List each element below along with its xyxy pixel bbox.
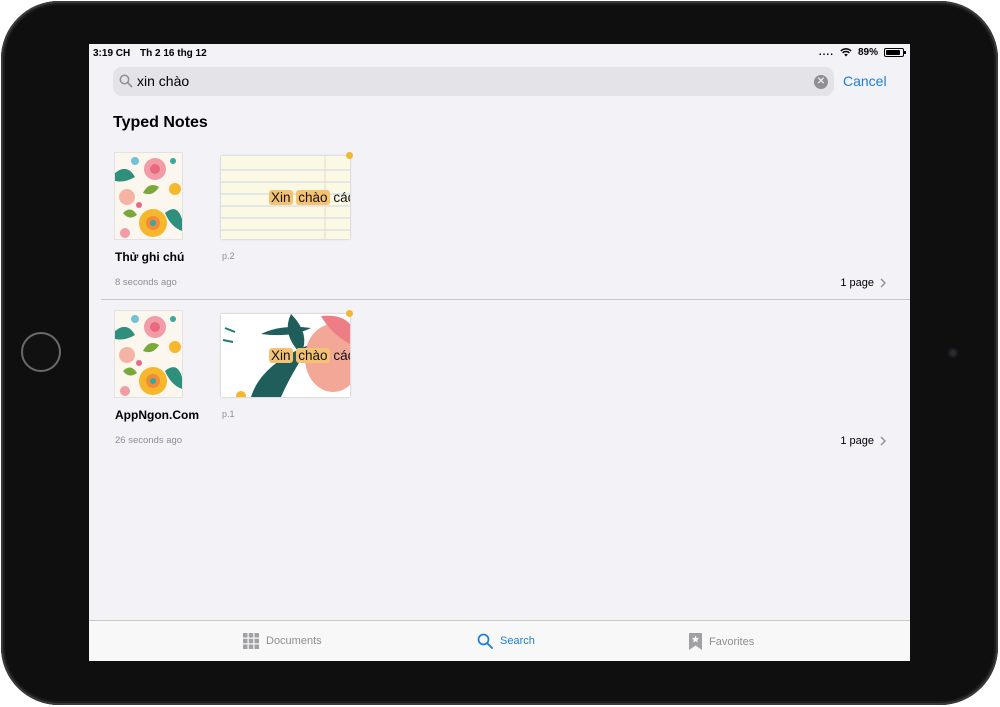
- notebook-cover[interactable]: [115, 311, 182, 397]
- page-count: 1 page: [840, 435, 874, 447]
- bookmark-star-icon: [689, 633, 702, 650]
- page-label: p.2: [222, 251, 235, 261]
- thumbnail-rest-text: các: [333, 348, 350, 363]
- thumbnail-text: Xin chào các: [269, 348, 350, 363]
- grid-icon: [243, 633, 259, 649]
- match-indicator-dot: [346, 152, 353, 159]
- tab-label: Search: [500, 635, 535, 647]
- page-thumbnail[interactable]: Xin chào các: [221, 156, 350, 239]
- page-label: p.1: [222, 409, 235, 419]
- note-time: 26 seconds ago: [115, 435, 183, 446]
- search-bar[interactable]: ✕: [113, 67, 834, 96]
- match-indicator-dot: [346, 310, 353, 317]
- page-count: 1 page: [840, 277, 874, 289]
- row-divider: [101, 299, 910, 300]
- status-date: Th 2 16 thg 12: [140, 48, 207, 59]
- ipad-device: 3:19 CH Th 2 16 thg 12 .... 89% ✕ Cance: [0, 0, 1000, 707]
- battery-icon: [884, 48, 906, 57]
- search-result[interactable]: Xin chào các p.2 Thử ghi chú 8 seconds a…: [89, 144, 910, 302]
- search-input[interactable]: [137, 67, 787, 96]
- page-count-link[interactable]: 1 page: [840, 435, 886, 447]
- highlight-match: Xin: [269, 348, 293, 363]
- thumbnail-text: Xin chào các: [269, 190, 350, 205]
- screen: 3:19 CH Th 2 16 thg 12 .... 89% ✕ Cance: [89, 44, 910, 661]
- tab-bar: Documents Search Favorites: [89, 620, 910, 661]
- tab-label: Favorites: [709, 635, 755, 648]
- magnifier-icon: [477, 633, 493, 649]
- thumbnail-rest-text: các: [333, 190, 350, 205]
- section-title: Typed Notes: [113, 114, 208, 131]
- status-bar: 3:19 CH Th 2 16 thg 12 .... 89%: [89, 44, 910, 62]
- highlight-match: chào: [296, 190, 330, 205]
- highlight-match: Xin: [269, 190, 293, 205]
- chevron-right-icon: [880, 436, 886, 446]
- front-camera: [948, 348, 958, 358]
- chevron-right-icon: [880, 278, 886, 288]
- tab-documents[interactable]: Documents: [243, 633, 322, 649]
- home-button[interactable]: [21, 332, 61, 372]
- search-result[interactable]: Xin chào các p.1 AppNgon.Com 26 seconds …: [89, 302, 910, 460]
- search-icon: [119, 74, 133, 88]
- wifi-icon: [840, 48, 852, 57]
- status-time: 3:19 CH: [93, 48, 131, 59]
- floral-cover-image: [115, 153, 182, 239]
- note-time: 8 seconds ago: [115, 277, 177, 288]
- battery-percent: 89%: [857, 47, 878, 58]
- cancel-button[interactable]: Cancel: [843, 73, 887, 89]
- clear-search-icon[interactable]: ✕: [814, 75, 828, 89]
- tab-search[interactable]: Search: [477, 633, 535, 649]
- note-title: AppNgon.Com: [115, 408, 199, 422]
- page-count-link[interactable]: 1 page: [840, 277, 886, 289]
- signal-dots-icon: ....: [818, 47, 834, 58]
- tab-label: Documents: [266, 635, 322, 647]
- page-thumbnail[interactable]: Xin chào các: [221, 314, 350, 397]
- highlight-match: chào: [296, 348, 330, 363]
- status-indicators: .... 89%: [818, 47, 906, 58]
- tab-favorites[interactable]: Favorites: [689, 633, 754, 650]
- floral-cover-image: [115, 311, 182, 397]
- notebook-cover[interactable]: [115, 153, 182, 239]
- note-title: Thử ghi chú: [115, 250, 185, 264]
